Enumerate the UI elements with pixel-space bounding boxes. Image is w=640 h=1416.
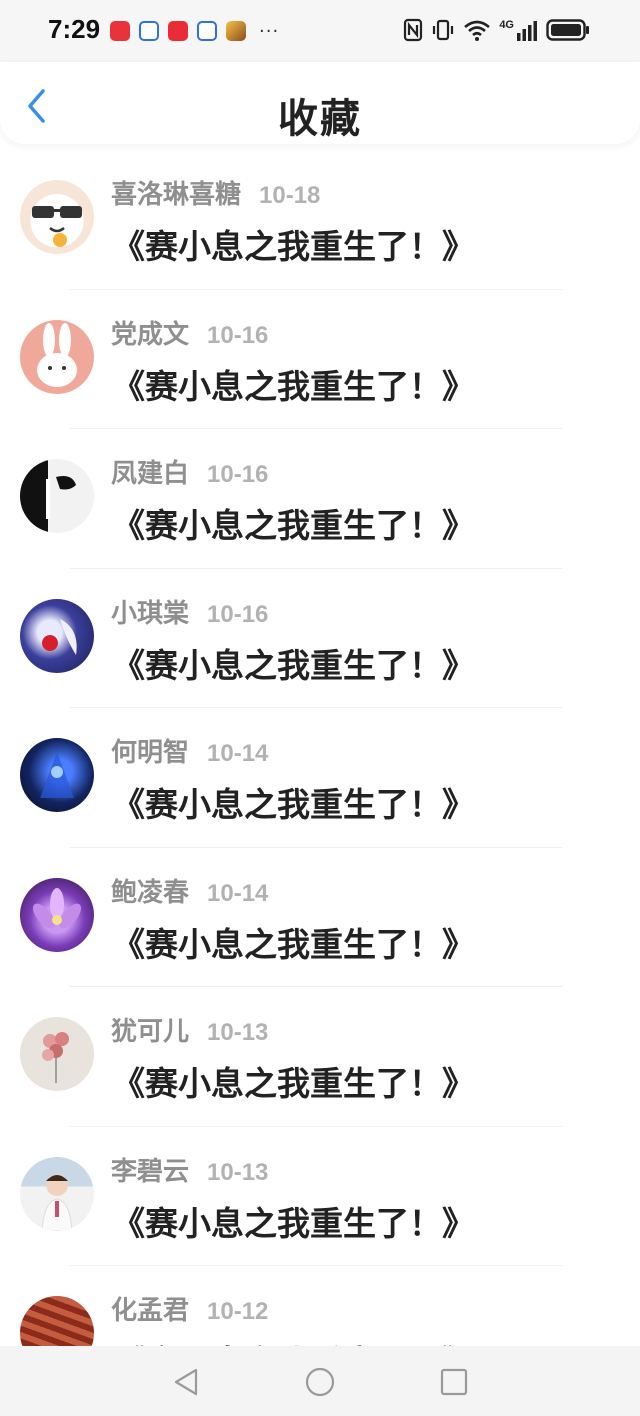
list-item[interactable]: 喜洛琳喜糖 10-18 《赛小息之我重生了！》 [0, 150, 640, 290]
nfc-icon [404, 18, 423, 42]
cartoon-sunglasses-avatar[interactable] [20, 180, 94, 254]
dark-figure-avatar[interactable] [20, 459, 94, 533]
item-title[interactable]: 《赛小息之我重生了！》 [112, 220, 475, 268]
baidu-app-icon [139, 21, 159, 41]
item-date: 10-18 [259, 182, 321, 209]
list-item[interactable]: 党成文 10-16 《赛小息之我重生了！》 [0, 290, 640, 430]
author-name: 李碧云 [111, 1156, 190, 1187]
avatar-art [32, 887, 82, 928]
item-date: 10-13 [207, 1158, 269, 1186]
item-date: 10-16 [207, 461, 269, 488]
item-author: 凤建白 10-16 [111, 453, 268, 490]
page-title: 收藏 [278, 96, 362, 142]
baidu-app-icon-2 [197, 21, 217, 41]
author-name: 何明智 [111, 738, 190, 768]
item-date: 10-13 [207, 1019, 269, 1046]
author-name: 犹可儿 [111, 1017, 190, 1047]
item-author: 喜洛琳喜糖 10-18 [111, 174, 320, 211]
author-name: 鲍凌春 [111, 877, 190, 908]
app-header: 收藏 [0, 62, 640, 144]
notification-icons: ··· [110, 20, 279, 42]
item-author: 化孟君 10-12 [111, 1290, 268, 1327]
item-date: 10-14 [207, 879, 269, 907]
avatar-art [42, 618, 77, 655]
item-title[interactable]: 《赛小息之我重生了！》 [112, 1197, 475, 1245]
wifi-icon [464, 20, 491, 41]
item-title[interactable]: 《赛小息之我重生了！》 [112, 1057, 475, 1105]
item-author: 何明智 10-14 [111, 732, 268, 769]
avatar-art [46, 476, 76, 519]
item-title[interactable]: 《赛小息之我重生了！》 [112, 639, 475, 687]
nav-recent-apps-icon[interactable] [438, 1366, 470, 1398]
item-title[interactable]: 《赛小息之我重生了！》 [112, 918, 475, 966]
item-date: 10-16 [207, 600, 269, 628]
anime-character-avatar[interactable] [20, 598, 94, 673]
list-item[interactable]: 化孟君 10-12 《赛小息之我重生了！》 [0, 1266, 640, 1346]
item-title[interactable]: 《赛小息之我重生了！》 [112, 360, 475, 408]
game-app-icon [226, 21, 246, 41]
vibrate-icon [433, 19, 454, 41]
item-author: 李碧云 10-13 [111, 1151, 268, 1188]
list-item[interactable]: 犹可儿 10-13 《赛小息之我重生了！》 [0, 987, 640, 1127]
author-name: 小琪棠 [111, 598, 190, 629]
nav-home-icon[interactable] [304, 1366, 336, 1398]
status-time: 7:29 [48, 14, 101, 44]
avatar-art [41, 1173, 73, 1231]
rabbit-avatar[interactable] [20, 319, 94, 394]
signal-bars-icon [517, 21, 537, 41]
game-hero-avatar[interactable] [20, 738, 94, 812]
child-photo-avatar[interactable] [20, 1156, 94, 1231]
purple-flower-avatar[interactable] [20, 877, 94, 952]
item-date: 10-14 [207, 740, 269, 767]
list-item[interactable]: 李碧云 10-13 《赛小息之我重生了！》 [0, 1127, 640, 1267]
list-item[interactable]: 鲍凌春 10-14 《赛小息之我重生了！》 [0, 848, 640, 988]
huawei-app-icon [110, 21, 130, 41]
red-app-icon [168, 21, 188, 41]
status-bar: 7:29 ··· 4G [0, 0, 640, 62]
nav-back-icon[interactable] [170, 1366, 202, 1398]
item-author: 小琪棠 10-16 [111, 593, 268, 630]
author-name: 喜洛琳喜糖 [111, 180, 242, 210]
item-date: 10-16 [207, 321, 269, 349]
item-title[interactable]: 《赛小息之我重生了！》 [112, 778, 475, 826]
battery-icon [546, 19, 589, 41]
item-author: 鲍凌春 10-14 [111, 872, 268, 909]
avatar-art [37, 322, 77, 387]
item-author: 犹可儿 10-13 [111, 1011, 268, 1048]
item-title[interactable]: 《赛小息之我重生了！》 [112, 1336, 475, 1346]
system-status-icons: 4G [403, 18, 590, 42]
item-author: 党成文 10-16 [111, 314, 268, 351]
avatar-art [40, 752, 74, 798]
author-name: 党成文 [111, 319, 190, 350]
cellular-4g-icon: 4G [499, 19, 538, 41]
more-notifications-icon: ··· [259, 20, 280, 42]
list-item[interactable]: 小琪棠 10-16 《赛小息之我重生了！》 [0, 569, 640, 709]
list-item[interactable]: 凤建白 10-16 《赛小息之我重生了！》 [0, 429, 640, 569]
system-nav-bar [0, 1346, 640, 1416]
favorites-list: 喜洛琳喜糖 10-18 《赛小息之我重生了！》 党成文 10-16 《赛小息之我重生… [0, 150, 640, 1346]
list-item[interactable]: 何明智 10-14 《赛小息之我重生了！》 [0, 708, 640, 848]
author-name: 化孟君 [111, 1296, 190, 1326]
network-type-label: 4G [499, 19, 514, 31]
avatar-art [32, 206, 82, 247]
author-name: 凤建白 [111, 459, 190, 489]
item-title[interactable]: 《赛小息之我重生了！》 [112, 499, 475, 547]
red-landscape-avatar[interactable] [20, 1296, 94, 1346]
item-date: 10-12 [207, 1298, 269, 1325]
avatar-art [42, 1032, 69, 1083]
balloons-avatar[interactable] [20, 1017, 94, 1091]
